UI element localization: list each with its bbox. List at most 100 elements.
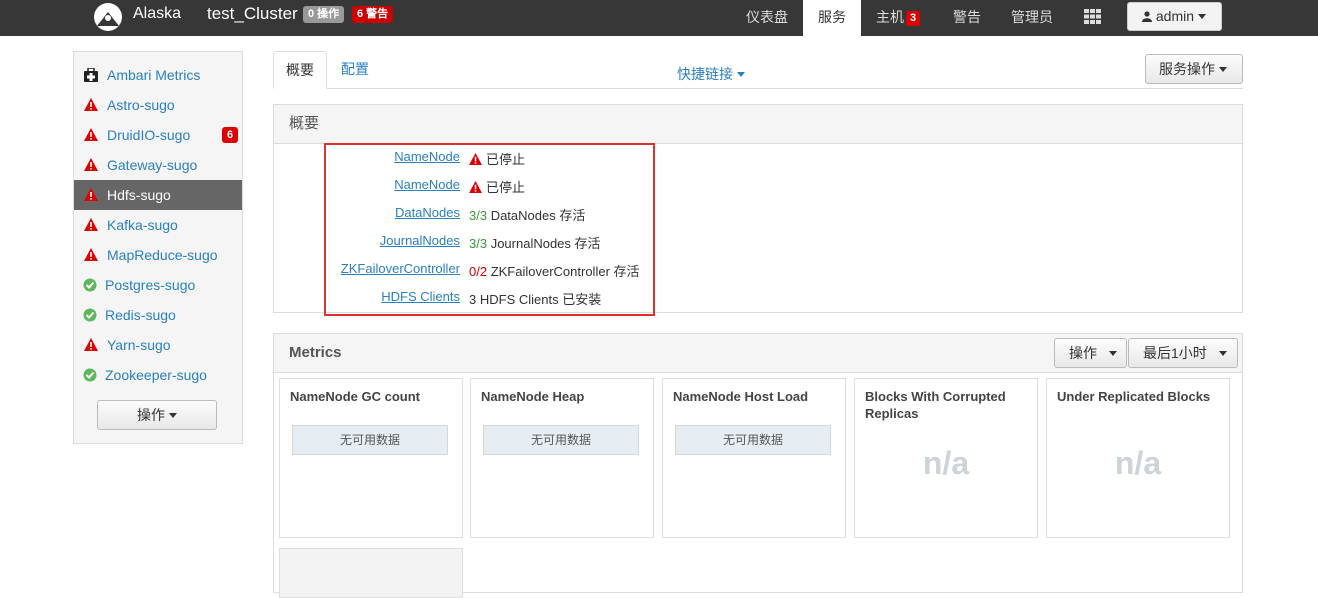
check-circle-icon (83, 308, 97, 322)
no-data-alert: 无可用数据 (483, 425, 639, 455)
component-link-zkfc[interactable]: ZKFailoverController (341, 261, 460, 276)
widget-title: NameNode Host Load (673, 389, 809, 404)
metric-widget-namenode-heap[interactable]: NameNode Heap 无可用数据 (470, 378, 654, 538)
sidebar-item-druidio[interactable]: DruidIO-sugo 6 (74, 120, 242, 150)
metrics-actions-label: 操作 (1069, 345, 1097, 361)
widget-title: Under Replicated Blocks (1057, 389, 1211, 404)
widget-title: NameNode GC count (290, 389, 421, 404)
warning-icon (84, 188, 98, 201)
sidebar-actions-button[interactable]: 操作 (97, 400, 217, 430)
time-range-button[interactable]: 最后1小时 (1128, 338, 1238, 368)
metric-widget-namenode-host-load[interactable]: NameNode Host Load 无可用数据 (662, 378, 846, 538)
nav-services[interactable]: 服务 (803, 0, 861, 36)
status-count: 0/2 (469, 264, 488, 279)
quick-links-dropdown[interactable]: 快捷链接 (677, 64, 745, 84)
summary-row: ZKFailoverController 0/2 ZKFailoverContr… (326, 261, 656, 281)
service-tabs: 概要 配置 (273, 51, 1243, 89)
sidebar-item-astro[interactable]: Astro-sugo (74, 90, 242, 120)
chevron-down-icon (1218, 351, 1227, 356)
sidebar-item-postgres[interactable]: Postgres-sugo (74, 270, 242, 300)
tab-summary[interactable]: 概要 (273, 51, 327, 89)
summary-row: HDFS Clients 3 HDFS Clients 已安装 (326, 289, 656, 309)
sidebar-actions-label: 操作 (137, 407, 166, 423)
sidebar-item-label: Redis-sugo (105, 307, 176, 323)
user-icon (1142, 11, 1152, 22)
component-link-namenode[interactable]: NameNode (394, 149, 460, 164)
metrics-actions-button[interactable]: 操作 (1054, 338, 1127, 368)
services-sidebar: Ambari Metrics Astro-sugo DruidIO-sugo 6… (73, 51, 243, 444)
status-text: 已停止 (486, 180, 526, 195)
sidebar-item-ambari-metrics[interactable]: Ambari Metrics (74, 60, 242, 90)
cluster-name[interactable]: test_Cluster (207, 4, 298, 24)
no-data-alert: 无可用数据 (675, 425, 831, 455)
sidebar-item-yarn[interactable]: Yarn-sugo (74, 330, 242, 360)
brand-name[interactable]: Alaska (133, 5, 181, 23)
component-status: 已停止 (469, 177, 525, 196)
sidebar-item-label: Zookeeper-sugo (105, 367, 207, 383)
status-text: 已停止 (486, 152, 526, 167)
sidebar-item-label: MapReduce-sugo (107, 247, 218, 263)
sidebar-item-redis[interactable]: Redis-sugo (74, 300, 242, 330)
component-status: 已停止 (469, 149, 525, 168)
sidebar-item-label: Astro-sugo (107, 97, 175, 113)
metric-widget-namenode-gc-count[interactable]: NameNode GC count 无可用数据 (279, 378, 463, 538)
nav-admin[interactable]: 管理员 (1011, 0, 1053, 36)
ambari-logo-icon[interactable] (93, 2, 123, 32)
nav-dashboard[interactable]: 仪表盘 (746, 0, 788, 36)
component-link-namenode[interactable]: NameNode (394, 177, 460, 192)
sidebar-item-label: Ambari Metrics (107, 67, 201, 83)
summary-row: NameNode 已停止 (326, 149, 656, 169)
component-status: 3 HDFS Clients 已安装 (469, 289, 601, 308)
widget-title: Blocks With Corrupted Replicas (865, 389, 1006, 421)
service-actions-label: 服务操作 (1159, 61, 1215, 77)
sidebar-item-label: Yarn-sugo (107, 337, 171, 353)
summary-title: 概要 (274, 105, 1242, 144)
component-status: 0/2 ZKFailoverController 存活 (469, 261, 640, 280)
component-link-datanodes[interactable]: DataNodes (395, 205, 460, 220)
operations-badge[interactable]: 0 操作 (303, 6, 345, 23)
chevron-down-icon (1218, 67, 1227, 72)
widget-value: n/a (922, 445, 970, 481)
component-link-hdfs-clients[interactable]: HDFS Clients (381, 289, 460, 304)
status-text: HDFS Clients 已安装 (476, 292, 602, 307)
sidebar-item-gateway[interactable]: Gateway-sugo (74, 150, 242, 180)
add-widget-placeholder[interactable] (279, 548, 463, 598)
alert-count-badge[interactable]: 6 (222, 127, 239, 143)
sidebar-item-hdfs[interactable]: Hdfs-sugo (74, 180, 242, 210)
nav-hosts[interactable]: 主机 3 (876, 0, 921, 36)
tab-configs[interactable]: 配置 (329, 51, 381, 89)
time-range-label: 最后1小时 (1143, 345, 1207, 361)
widget-value: n/a (1114, 445, 1162, 481)
maintenance-icon (84, 68, 98, 82)
warning-icon (84, 98, 98, 111)
component-link-journalnodes[interactable]: JournalNodes (380, 233, 460, 248)
status-count: 3/3 (469, 208, 488, 223)
summary-row: NameNode 已停止 (326, 177, 656, 197)
user-menu-button[interactable]: admin (1127, 2, 1222, 31)
summary-row: DataNodes 3/3 DataNodes 存活 (326, 205, 656, 225)
check-circle-icon (83, 368, 97, 382)
status-text: ZKFailoverController 存活 (487, 264, 640, 279)
sidebar-item-zookeeper[interactable]: Zookeeper-sugo (74, 360, 242, 390)
component-status: 3/3 DataNodes 存活 (469, 205, 585, 224)
quick-links-label: 快捷链接 (677, 66, 733, 82)
metric-widget-under-replicated[interactable]: Under Replicated Blocks n/a (1046, 378, 1230, 538)
chevron-down-icon (168, 413, 177, 418)
warning-icon (469, 153, 482, 165)
nav-hosts-label: 主机 (876, 9, 904, 25)
status-text: JournalNodes 存活 (487, 236, 601, 251)
alerts-badge[interactable]: 6 警告 (352, 6, 394, 23)
sidebar-item-label: Postgres-sugo (105, 277, 196, 293)
service-actions-button[interactable]: 服务操作 (1145, 54, 1243, 84)
views-grid-icon[interactable] (1084, 9, 1101, 24)
summary-row: JournalNodes 3/3 JournalNodes 存活 (326, 233, 656, 253)
nav-alerts[interactable]: 警告 (953, 0, 981, 36)
status-count: 3/3 (469, 236, 488, 251)
no-data-alert: 无可用数据 (292, 425, 448, 455)
warning-icon (469, 181, 482, 193)
widget-title: NameNode Heap (481, 389, 585, 404)
sidebar-item-mapreduce[interactable]: MapReduce-sugo (74, 240, 242, 270)
sidebar-item-label: Hdfs-sugo (107, 187, 171, 203)
sidebar-item-kafka[interactable]: Kafka-sugo (74, 210, 242, 240)
metric-widget-corrupted-replicas[interactable]: Blocks With Corrupted Replicas n/a (854, 378, 1038, 538)
